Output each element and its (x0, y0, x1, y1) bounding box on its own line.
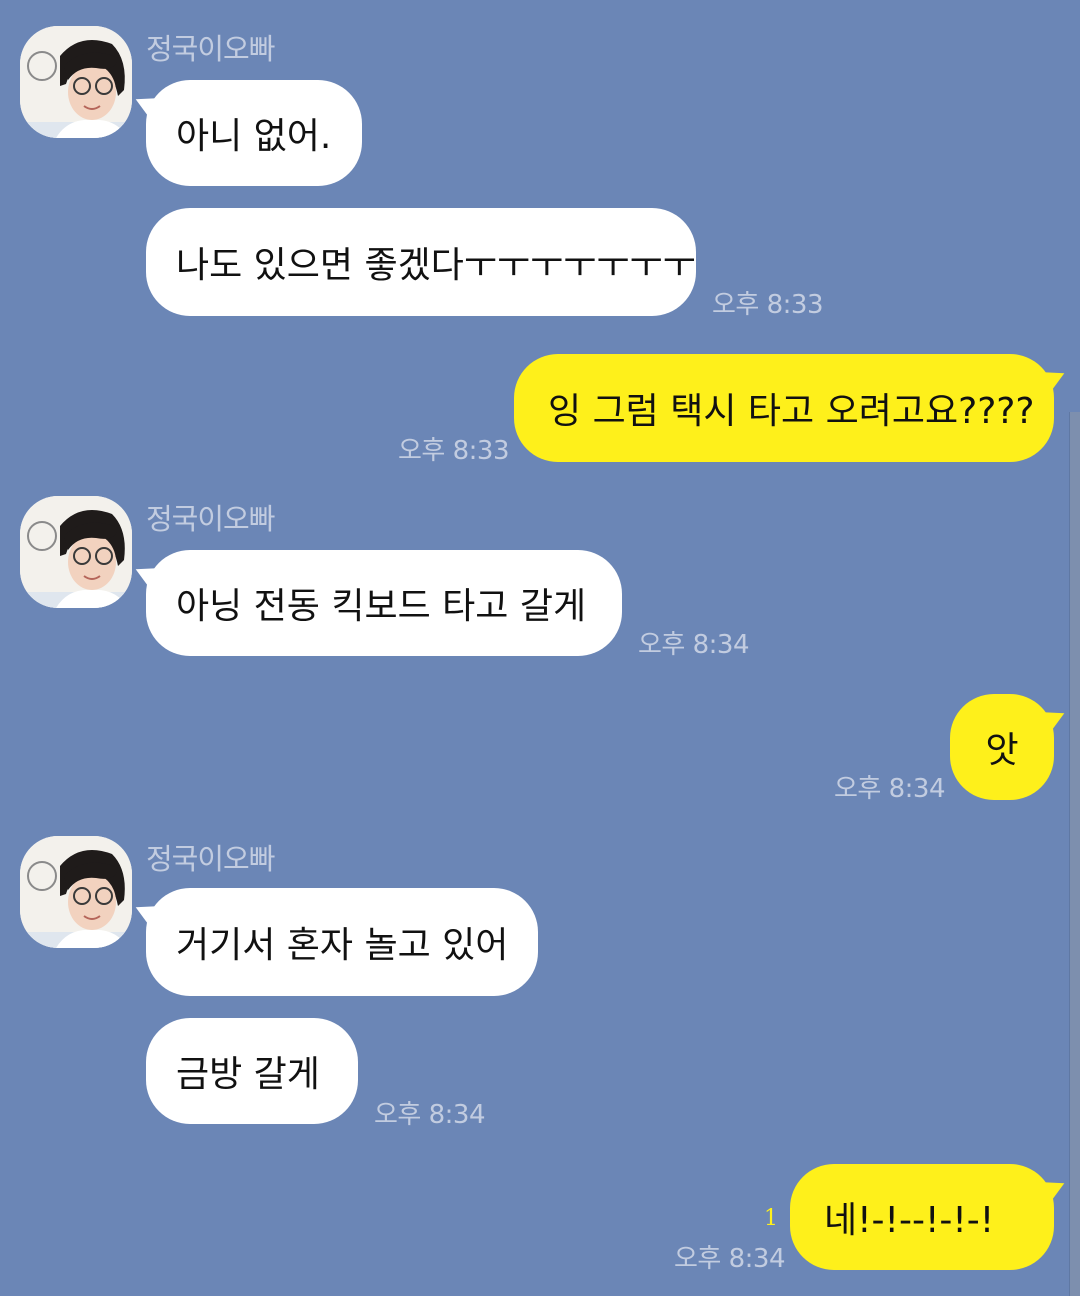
message-text: 잉 그럼 택시 타고 오려고요???? (548, 391, 1035, 432)
message-text: 앗 (985, 730, 1019, 771)
bubble-tail (129, 88, 165, 124)
unread-count: 1 (764, 1206, 778, 1231)
profile-photo-icon (20, 836, 132, 948)
profile-avatar[interactable] (20, 496, 132, 608)
message-bubble[interactable]: 아니 없어. (129, 80, 362, 186)
message-text: 거기서 혼자 놀고 있어 (176, 925, 509, 966)
message-bubble[interactable]: 네!-!--!-!-! (790, 1164, 1071, 1270)
message-timestamp: 오후 8:34 (834, 774, 946, 804)
message-bubble[interactable]: 금방 갈게 (146, 1018, 358, 1124)
profile-photo-icon (20, 26, 132, 138)
message-timestamp: 오후 8:34 (374, 1100, 486, 1130)
message-timestamp: 오후 8:33 (398, 436, 510, 466)
profile-avatar[interactable] (20, 836, 132, 948)
message-timestamp: 오후 8:34 (674, 1244, 786, 1274)
sender-name: 정국이오빠 (146, 32, 275, 66)
profile-avatar[interactable] (20, 26, 132, 138)
message-text: 아니 없어. (176, 116, 332, 157)
scrollbar[interactable] (1069, 412, 1080, 1296)
bubble-tail (1035, 1172, 1071, 1208)
message-text: 아닝 전동 킥보드 타고 갈게 (176, 586, 587, 627)
profile-photo-icon (20, 496, 132, 608)
sender-name: 정국이오빠 (146, 502, 275, 536)
bubble-tail (1035, 362, 1071, 398)
message-timestamp: 오후 8:34 (638, 630, 750, 660)
message-text: 금방 갈게 (176, 1054, 320, 1095)
bubble-tail (1035, 702, 1071, 738)
bubble-tail (129, 558, 165, 594)
sender-name: 정국이오빠 (146, 842, 275, 876)
message-bubble[interactable]: 거기서 혼자 놀고 있어 (129, 888, 538, 996)
message-bubble[interactable]: 나도 있으면 좋겠다ㅜㅜㅜㅜㅜㅜㅜ (146, 208, 696, 316)
message-text: 나도 있으면 좋겠다ㅜㅜㅜㅜㅜㅜㅜ (176, 245, 696, 286)
message-bubble[interactable]: 아닝 전동 킥보드 타고 갈게 (129, 550, 622, 656)
bubble-tail (129, 896, 165, 932)
message-bubble[interactable]: 잉 그럼 택시 타고 오려고요???? (514, 354, 1071, 462)
message-bubble[interactable]: 앗 (950, 694, 1071, 800)
message-text: 네!-!--!-!-! (824, 1200, 995, 1241)
message-timestamp: 오후 8:33 (712, 290, 824, 320)
